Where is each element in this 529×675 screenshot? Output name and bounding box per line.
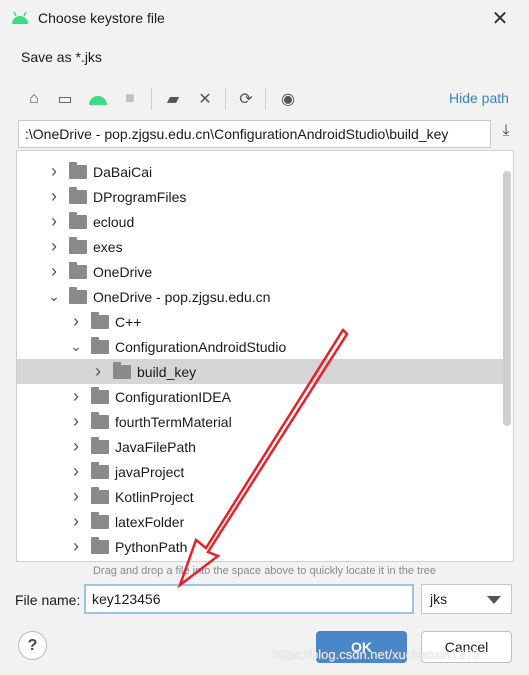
tree-item-label: ecloud	[93, 213, 135, 230]
toolbar-separator	[151, 88, 152, 110]
refresh-icon[interactable]: ⟳	[235, 88, 257, 110]
folder-icon	[91, 536, 109, 554]
chevron-down-icon	[487, 596, 501, 604]
chevron-right-icon[interactable]: ›	[69, 311, 83, 332]
chevron-down-icon[interactable]: ⌄	[69, 338, 83, 355]
chevron-right-icon[interactable]: ›	[69, 436, 83, 457]
tree-item[interactable]: › PythonPath	[17, 534, 503, 559]
tree-item-label: DaBaiCai	[93, 163, 153, 180]
folder-icon	[69, 211, 87, 229]
file-tree[interactable]: › DaBaiCai › DProgramFiles › ecloud › exes › OneD…	[16, 150, 514, 562]
scrollbar[interactable]	[503, 171, 511, 426]
chevron-right-icon[interactable]: ›	[69, 511, 83, 532]
file-name-input[interactable]: key123456	[84, 584, 414, 614]
tree-item-label: ConfigurationAndroidStudio	[115, 338, 287, 355]
folder-icon	[91, 411, 109, 429]
folder-icon	[91, 461, 109, 479]
tree-item-label: ConfigurationIDEA	[115, 388, 231, 405]
toolbar-separator	[265, 88, 266, 110]
tree-item[interactable]: › DProgramFiles	[17, 184, 503, 209]
toolbar-separator	[225, 88, 226, 110]
chevron-right-icon[interactable]: ›	[47, 236, 61, 257]
path-input[interactable]: :\OneDrive - pop.zjgsu.edu.cn\Configurat…	[18, 120, 491, 148]
folder-icon	[91, 486, 109, 504]
tree-item-label: JavaFilePath	[115, 438, 196, 455]
folder-icon	[69, 261, 87, 279]
tree-item[interactable]: › fourthTermMaterial	[17, 409, 503, 434]
folder-icon	[91, 511, 109, 529]
tree-item[interactable]: › JavaFilePath	[17, 434, 503, 459]
close-icon[interactable]: ✕	[488, 6, 512, 31]
tree-item[interactable]: ⌄ ConfigurationAndroidStudio	[17, 334, 503, 359]
tree-item[interactable]: › ecloud	[17, 209, 503, 234]
file-name-label: File name:	[15, 592, 81, 608]
folder-icon	[69, 186, 87, 204]
chevron-right-icon[interactable]: ›	[69, 411, 83, 432]
folder-icon	[113, 361, 131, 379]
tree-item[interactable]: › latexFolder	[17, 509, 503, 534]
folder-icon	[91, 311, 109, 329]
tree-item-label: exes	[93, 238, 123, 255]
folder-icon	[91, 386, 109, 404]
new-folder-icon[interactable]: ▰	[162, 88, 184, 110]
tree-item[interactable]: ⌄ OneDrive - pop.zjgsu.edu.cn	[17, 284, 503, 309]
folder-icon	[69, 236, 87, 254]
home-icon[interactable]: ⌂	[23, 88, 45, 110]
chevron-right-icon[interactable]: ›	[69, 386, 83, 407]
show-hidden-icon[interactable]: ◉	[277, 88, 299, 110]
tree-item[interactable]: › ConfigurationIDEA	[17, 384, 503, 409]
folder-icon	[69, 161, 87, 179]
extension-value: jks	[430, 591, 448, 607]
folder-icon	[69, 286, 87, 304]
tree-item[interactable]: › DaBaiCai	[17, 159, 503, 184]
desktop-icon[interactable]: ▭	[54, 88, 76, 110]
tree-item[interactable]: › C++	[17, 309, 503, 334]
watermark: https://blog.csdn.net/xuchaoxin1375	[272, 647, 480, 662]
hide-path-link[interactable]: Hide path	[449, 90, 509, 106]
android-icon[interactable]	[87, 88, 109, 110]
tree-item[interactable]: › javaProject	[17, 459, 503, 484]
tree-item-label: build_key	[137, 363, 197, 380]
download-icon[interactable]: ⤓	[495, 122, 517, 144]
chevron-right-icon[interactable]: ›	[47, 211, 61, 232]
tree-item-label: KotlinProject	[115, 488, 194, 505]
tree-item[interactable]: › KotlinProject	[17, 484, 503, 509]
extension-select[interactable]: jks	[421, 584, 512, 614]
android-logo-icon	[12, 11, 28, 24]
tree-item[interactable]: › OneDrive	[17, 259, 503, 284]
chevron-right-icon[interactable]: ›	[69, 486, 83, 507]
folder-icon	[91, 436, 109, 454]
save-as-label: Save as *.jks	[21, 49, 102, 65]
tree-item-label: javaProject	[115, 463, 185, 480]
chevron-right-icon[interactable]: ›	[47, 186, 61, 207]
dialog-title: Choose keystore file	[38, 10, 165, 26]
project-folder-icon[interactable]: ■	[119, 88, 141, 110]
tree-item[interactable]: › build_key	[17, 359, 503, 384]
chevron-right-icon[interactable]: ›	[69, 461, 83, 482]
tree-item-label: C++	[115, 313, 142, 330]
tree-item-label: latexFolder	[115, 513, 185, 530]
chevron-down-icon[interactable]: ⌄	[47, 288, 61, 305]
folder-icon	[91, 336, 109, 354]
chevron-right-icon[interactable]: ›	[47, 261, 61, 282]
tree-item-label: DProgramFiles	[93, 188, 187, 205]
chevron-right-icon[interactable]: ›	[47, 161, 61, 182]
tree-item[interactable]: › exes	[17, 234, 503, 259]
tree-item-label: fourthTermMaterial	[115, 413, 232, 430]
tree-item-label: PythonPath	[115, 538, 188, 555]
drag-drop-hint: Drag and drop a file into the space abov…	[92, 565, 437, 577]
help-button[interactable]: ?	[18, 631, 47, 660]
tree-item-label: OneDrive	[93, 263, 153, 280]
chevron-right-icon[interactable]: ›	[91, 361, 105, 382]
delete-icon[interactable]: ✕	[194, 88, 216, 110]
tree-item-label: OneDrive - pop.zjgsu.edu.cn	[93, 288, 271, 305]
chevron-right-icon[interactable]: ›	[69, 536, 83, 557]
